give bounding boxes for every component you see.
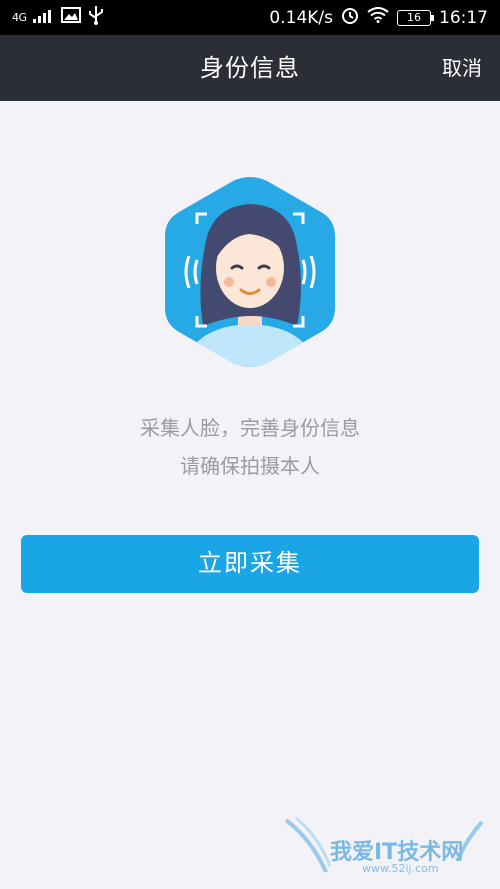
network-type: 4G (12, 11, 27, 24)
face-avatar-icon (163, 176, 337, 368)
instruction-line-1: 采集人脸，完善身份信息 (140, 416, 360, 440)
alarm-icon (341, 6, 359, 29)
cancel-button[interactable]: 取消 (442, 35, 482, 101)
capture-now-button[interactable]: 立即采集 (21, 535, 479, 593)
main-content: 采集人脸，完善身份信息 请确保拍摄本人 立即采集 (0, 101, 500, 889)
signal-icon (32, 8, 55, 28)
instructions: 采集人脸，完善身份信息 请确保拍摄本人 (0, 409, 500, 485)
image-icon (60, 7, 81, 28)
instruction-line-2: 请确保拍摄本人 (180, 454, 320, 478)
clock: 16:17 (439, 7, 488, 28)
status-right: 0.14K/s 16 16:17 (269, 6, 488, 29)
watermark-url: www.52ij.com (362, 862, 439, 875)
page-title: 身份信息 (200, 54, 300, 82)
status-bar: 4G 0.14K/s 16 16:17 (0, 0, 500, 35)
network-speed: 0.14K/s (269, 7, 333, 28)
nav-bar: 身份信息 取消 (0, 35, 500, 101)
wifi-icon (367, 7, 389, 28)
battery-indicator: 16 (397, 9, 434, 26)
usb-icon (87, 5, 105, 30)
status-left: 4G (12, 5, 105, 30)
watermark: 我爱IT技术网 www.52ij.com (282, 810, 492, 880)
